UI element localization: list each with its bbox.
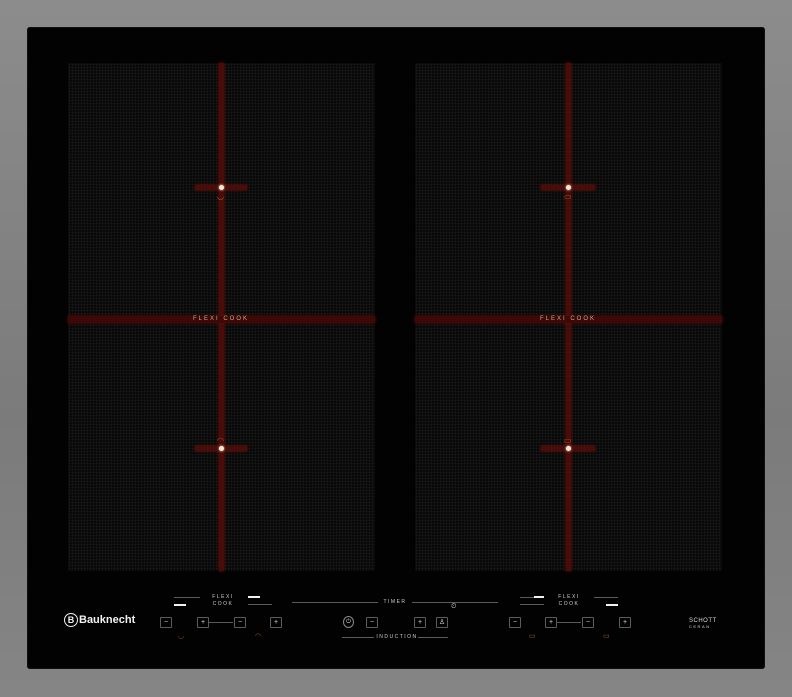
center-dot-top-right xyxy=(566,185,571,190)
flexi-cook-label-right: FLEXI COOK xyxy=(539,316,596,322)
flexi-line xyxy=(594,597,618,598)
lock-button[interactable]: ♙ xyxy=(436,617,448,628)
flexi-indicator xyxy=(174,604,186,606)
plus-button-rear-right[interactable]: + xyxy=(619,617,631,628)
pot-icon: ◡ xyxy=(178,633,185,640)
induction-label: INDUCTION xyxy=(376,634,418,640)
induction-line xyxy=(418,637,448,638)
minus-button-rear-right[interactable]: − xyxy=(582,617,594,628)
timer-icon: ⏲ xyxy=(451,603,457,610)
flexi-label-left-1: FLEXI xyxy=(212,594,234,600)
power-button[interactable]: ⏻ xyxy=(343,616,354,628)
center-dot-bottom-left xyxy=(219,446,224,451)
glass-brand-sub: CERAN xyxy=(689,624,711,629)
minus-button-front-right[interactable]: − xyxy=(509,617,521,628)
glass-brand: SCHOTT CERAN xyxy=(689,618,717,630)
pot-icon: ▭ xyxy=(529,633,536,640)
pot-icon: ▭ xyxy=(564,192,572,201)
pot-icon: ▭ xyxy=(603,633,610,640)
flexi-indicator xyxy=(248,596,260,598)
slider-track xyxy=(557,622,581,623)
induction-line xyxy=(342,637,374,638)
logo-mark: B xyxy=(64,613,78,627)
flexi-cook-label-left: FLEXI COOK xyxy=(192,316,249,322)
minus-button-front-left[interactable]: − xyxy=(160,617,172,628)
timer-plus-button[interactable]: + xyxy=(414,617,426,628)
minus-button-rear-left[interactable]: − xyxy=(234,617,246,628)
pot-icon: ◡ xyxy=(217,192,224,201)
flexi-line xyxy=(520,604,544,605)
flexi-label-right-1: FLEXI xyxy=(558,594,580,600)
timer-line xyxy=(292,602,378,603)
brand-logo: B Bauknecht xyxy=(64,613,135,627)
timer-label: TIMER xyxy=(383,599,407,605)
flexi-line xyxy=(248,604,272,605)
flexi-line xyxy=(520,597,534,598)
plus-button-front-left[interactable]: + xyxy=(197,617,209,628)
flexi-indicator xyxy=(606,604,618,606)
center-dot-bottom-right xyxy=(566,446,571,451)
flexi-indicator xyxy=(534,596,544,598)
flexi-label-right-2: COOK xyxy=(558,601,580,607)
center-dot-top-left xyxy=(219,185,224,190)
pot-icon: ▭ xyxy=(564,436,572,445)
plus-button-rear-left[interactable]: + xyxy=(270,617,282,628)
flexi-line xyxy=(174,597,200,598)
pan-icon: ◠ xyxy=(217,436,224,445)
slider-track xyxy=(209,622,233,623)
plus-button-front-right[interactable]: + xyxy=(545,617,557,628)
pan-icon: ◠ xyxy=(255,633,262,640)
brand-name: Bauknecht xyxy=(79,614,136,626)
timer-minus-button[interactable]: − xyxy=(366,617,378,628)
flexi-label-left-2: COOK xyxy=(212,601,234,607)
